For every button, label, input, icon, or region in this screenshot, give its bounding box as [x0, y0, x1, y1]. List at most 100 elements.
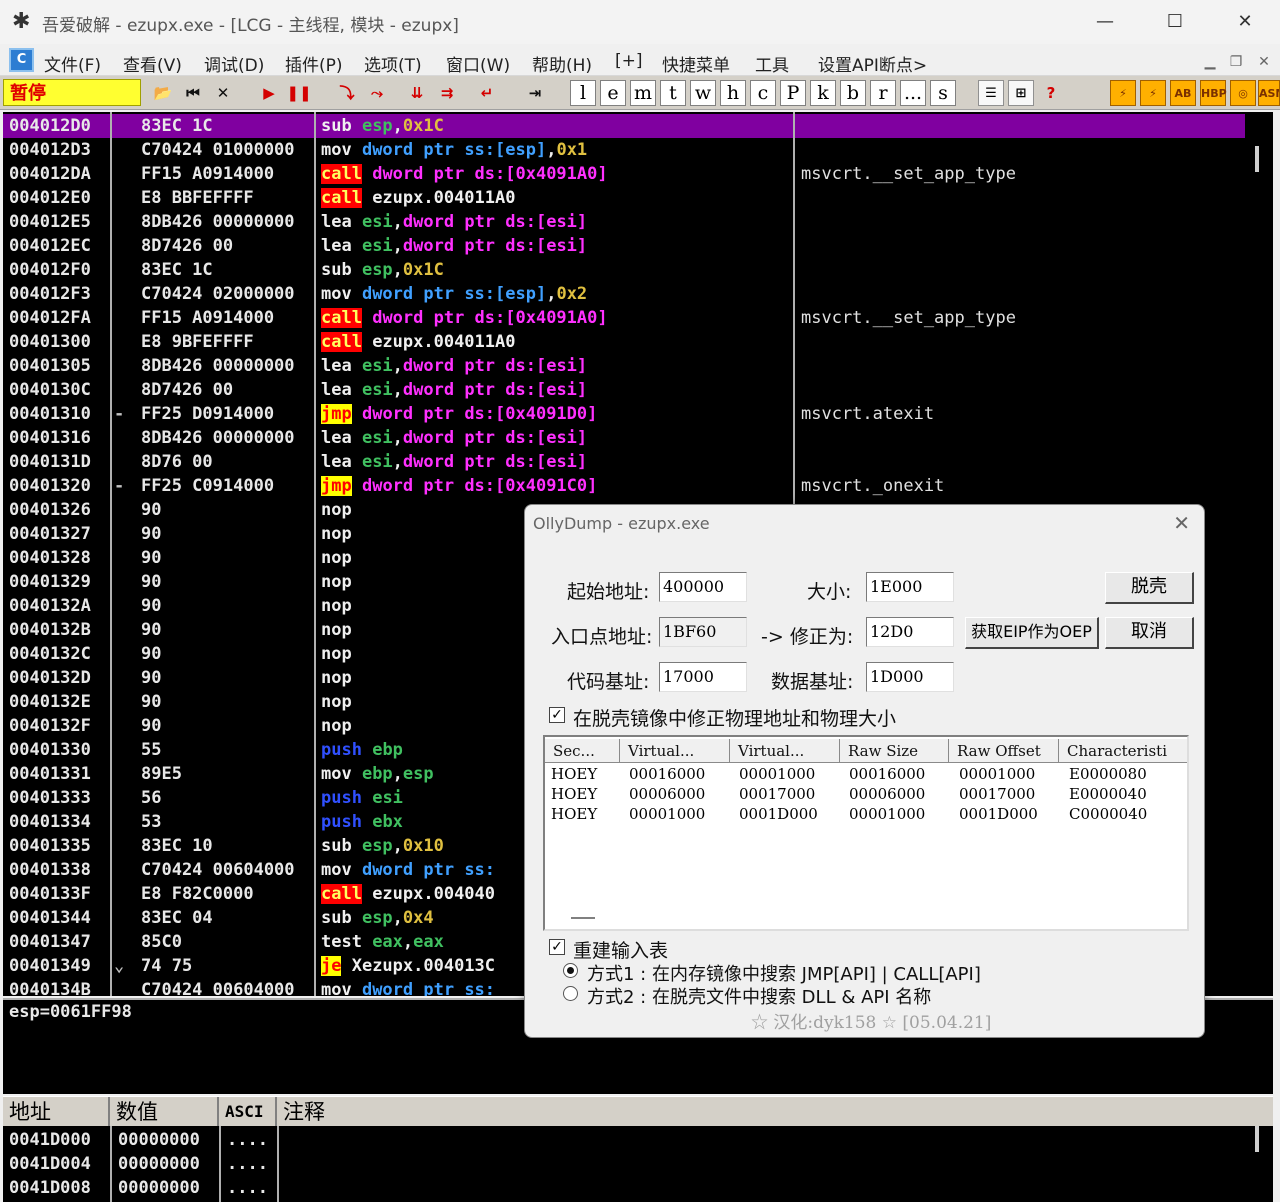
plugin-tool-icon[interactable]: ⚡ — [1110, 80, 1136, 106]
menu-plus[interactable]: [+] — [615, 51, 643, 71]
executable-modules-button[interactable]: e — [600, 80, 626, 106]
disasm-row[interactable]: 004012FA FF15 A0914000 call dword ptr ds:[… — [3, 306, 1245, 330]
help-icon[interactable]: ? — [1038, 80, 1064, 106]
disasm-row[interactable]: 00401316 8DB426 00000000 lea esi,dword ptr… — [3, 426, 1245, 450]
open-file-icon[interactable]: 📂 — [150, 80, 176, 106]
menu-options[interactable]: 选项(T) — [364, 51, 422, 76]
windows-button[interactable]: w — [690, 80, 716, 106]
code-base-field[interactable]: 17000 — [659, 662, 747, 692]
dump-scrollbar[interactable] — [1245, 1126, 1273, 1202]
disasm-row-selected[interactable]: 004012D0 83EC 1C sub esp,0x1C — [3, 114, 1245, 138]
col-characteristics[interactable]: Characteristi — [1059, 739, 1187, 763]
dump-row[interactable]: 0041D004 00000000.... — [3, 1152, 1243, 1176]
minimize-button[interactable]: — — [1090, 8, 1120, 36]
section-table[interactable]: Sec... Virtual... Virtual... Raw Size Ra… — [543, 735, 1189, 931]
disasm-row[interactable]: 004012EC 8D7426 00 lea esi,dword ptr ds:[e… — [3, 234, 1245, 258]
assembler-icon[interactable]: ASM — [1258, 80, 1280, 106]
col-raw-offset[interactable]: Raw Offset — [949, 739, 1059, 763]
col-section[interactable]: Sec... — [545, 739, 620, 763]
disasm-row[interactable]: 004012F3 C70424 02000000 mov dword ptr ss:… — [3, 282, 1245, 306]
dump-col-ascii[interactable]: ASCI — [219, 1097, 277, 1127]
column-divider[interactable] — [314, 112, 316, 996]
child-window-icon[interactable]: C — [9, 48, 34, 72]
menu-set-api-breakpoint[interactable]: 设置API断点> — [818, 51, 927, 76]
mdi-close-button[interactable]: ✕ — [1253, 52, 1275, 72]
menu-window[interactable]: 窗口(W) — [446, 51, 510, 76]
close-button[interactable]: ✕ — [1230, 8, 1260, 36]
dump-col-address[interactable]: 地址 — [3, 1097, 110, 1127]
column-divider[interactable] — [110, 112, 112, 996]
menu-plugins[interactable]: 插件(P) — [285, 51, 343, 76]
mdi-minimize-button[interactable]: ▁ — [1199, 52, 1221, 72]
disasm-row[interactable]: 004012E5 8DB426 00000000 lea esi,dword ptr… — [3, 210, 1245, 234]
scroll-thumb[interactable] — [1255, 1126, 1259, 1152]
disasm-row[interactable]: 004012D3 C70424 01000000 mov dword ptr ss:… — [3, 138, 1245, 162]
disasm-row[interactable]: 0040130C 8D7426 00 lea esi,dword ptr ds:[e… — [3, 378, 1245, 402]
trace-over-icon[interactable]: ⇉ — [434, 80, 460, 106]
scroll-indicator[interactable] — [571, 917, 595, 919]
execute-till-return-icon[interactable]: ↵ — [474, 80, 500, 106]
fix-raw-checkbox[interactable]: ✓ — [549, 707, 565, 723]
trace-into-icon[interactable]: ⇊ — [404, 80, 430, 106]
menu-help[interactable]: 帮助(H) — [532, 51, 592, 76]
breakpoints-button[interactable]: b — [840, 80, 866, 106]
dump-button[interactable]: 脱壳 — [1105, 572, 1194, 604]
step-into-icon[interactable]: ⤵ — [334, 80, 360, 106]
disasm-row[interactable]: 00401300 E8 9BFEFFFF call ezupx.004011A0 — [3, 330, 1245, 354]
options-icon[interactable]: ⊞ — [1008, 80, 1034, 106]
dump-row[interactable]: 0041D008 00000000.... — [3, 1176, 1243, 1200]
memory-map-button[interactable]: m — [630, 80, 656, 106]
hardware-breakpoint-icon[interactable]: HBP — [1200, 80, 1227, 106]
disasm-row[interactable]: 004012F0 83EC 1C sub esp,0x1C — [3, 258, 1245, 282]
section-row[interactable]: HOEY 00006000 00017000 00006000 00017000 E000… — [545, 785, 1185, 804]
close-debuggee-icon[interactable]: ✕ — [210, 80, 236, 106]
dump-col-value[interactable]: 数值 — [110, 1097, 219, 1127]
restart-icon[interactable]: ⏮ — [180, 80, 206, 106]
disasm-row[interactable]: 00401310 - FF25 D0914000 jmp dword ptr ds:[… — [3, 402, 1245, 426]
call-stack-button[interactable]: k — [810, 80, 836, 106]
disasm-row[interactable]: 00401320 - FF25 C0914000 jmp dword ptr ds:[… — [3, 474, 1245, 498]
threads-button[interactable]: t — [660, 80, 686, 106]
target-icon[interactable]: ◎ — [1230, 80, 1256, 106]
plugin-ab-icon[interactable]: AB — [1170, 80, 1196, 106]
menu-shortcuts[interactable]: 快捷菜单 — [662, 51, 730, 76]
get-eip-as-oep-button[interactable]: 获取EIP作为OEP — [965, 617, 1099, 649]
menu-debug[interactable]: 调试(D) — [204, 51, 264, 76]
dump-col-comment[interactable]: 注释 — [277, 1097, 677, 1127]
disasm-row[interactable]: 0040131D 8D76 00 lea esi,dword ptr ds:[esi… — [3, 450, 1245, 474]
disasm-row[interactable]: 004012E0 E8 BBFEFFFF call ezupx.004011A0 — [3, 186, 1245, 210]
size-field[interactable]: 1E000 — [866, 572, 954, 602]
menu-view[interactable]: 查看(V) — [123, 51, 182, 76]
method1-radio[interactable] — [563, 963, 578, 978]
start-address-field[interactable]: 400000 — [659, 572, 747, 602]
mdi-restore-button[interactable]: ❐ — [1225, 52, 1247, 72]
col-raw-size[interactable]: Raw Size — [840, 739, 949, 763]
col-virtual-offset[interactable]: Virtual... — [730, 739, 840, 763]
step-over-icon[interactable]: ⤳ — [364, 80, 390, 106]
disasm-row[interactable]: 00401305 8DB426 00000000 lea esi,dword ptr… — [3, 354, 1245, 378]
disasm-row[interactable]: 004012DA FF15 A0914000 call dword ptr ds:[… — [3, 162, 1245, 186]
dump-row[interactable]: 0041D000 00000000.... — [3, 1128, 1243, 1152]
section-row[interactable]: HOEY 00001000 0001D000 00001000 0001D000 C000… — [545, 805, 1185, 824]
col-virtual-size[interactable]: Virtual... — [620, 739, 730, 763]
method2-radio[interactable] — [563, 986, 578, 1001]
scroll-thumb[interactable] — [1255, 146, 1259, 172]
disassembly-scrollbar[interactable] — [1245, 112, 1273, 996]
go-to-icon[interactable]: ⇥ — [522, 80, 548, 106]
cpu-button[interactable]: c — [750, 80, 776, 106]
handles-button[interactable]: h — [720, 80, 746, 106]
rebuild-import-checkbox[interactable]: ✓ — [549, 939, 565, 955]
oep-field[interactable]: 12D0 — [866, 617, 954, 647]
run-trace-button[interactable]: ... — [900, 80, 926, 106]
data-base-field[interactable]: 1D000 — [866, 662, 954, 692]
section-row[interactable]: HOEY 00016000 00001000 00016000 00001000 E000… — [545, 765, 1185, 784]
source-button[interactable]: s — [930, 80, 956, 106]
list-icon[interactable]: ☰ — [978, 80, 1004, 106]
dump-pane[interactable]: 0041D000 00000000.... 0041D004 00000000....… — [3, 1126, 1273, 1202]
references-button[interactable]: r — [870, 80, 896, 106]
maximize-button[interactable]: ☐ — [1160, 8, 1190, 36]
menu-tools[interactable]: 工具 — [755, 51, 789, 76]
dialog-close-icon[interactable]: ✕ — [1173, 511, 1190, 535]
patches-button[interactable]: P — [780, 80, 806, 106]
cancel-button[interactable]: 取消 — [1105, 617, 1194, 649]
